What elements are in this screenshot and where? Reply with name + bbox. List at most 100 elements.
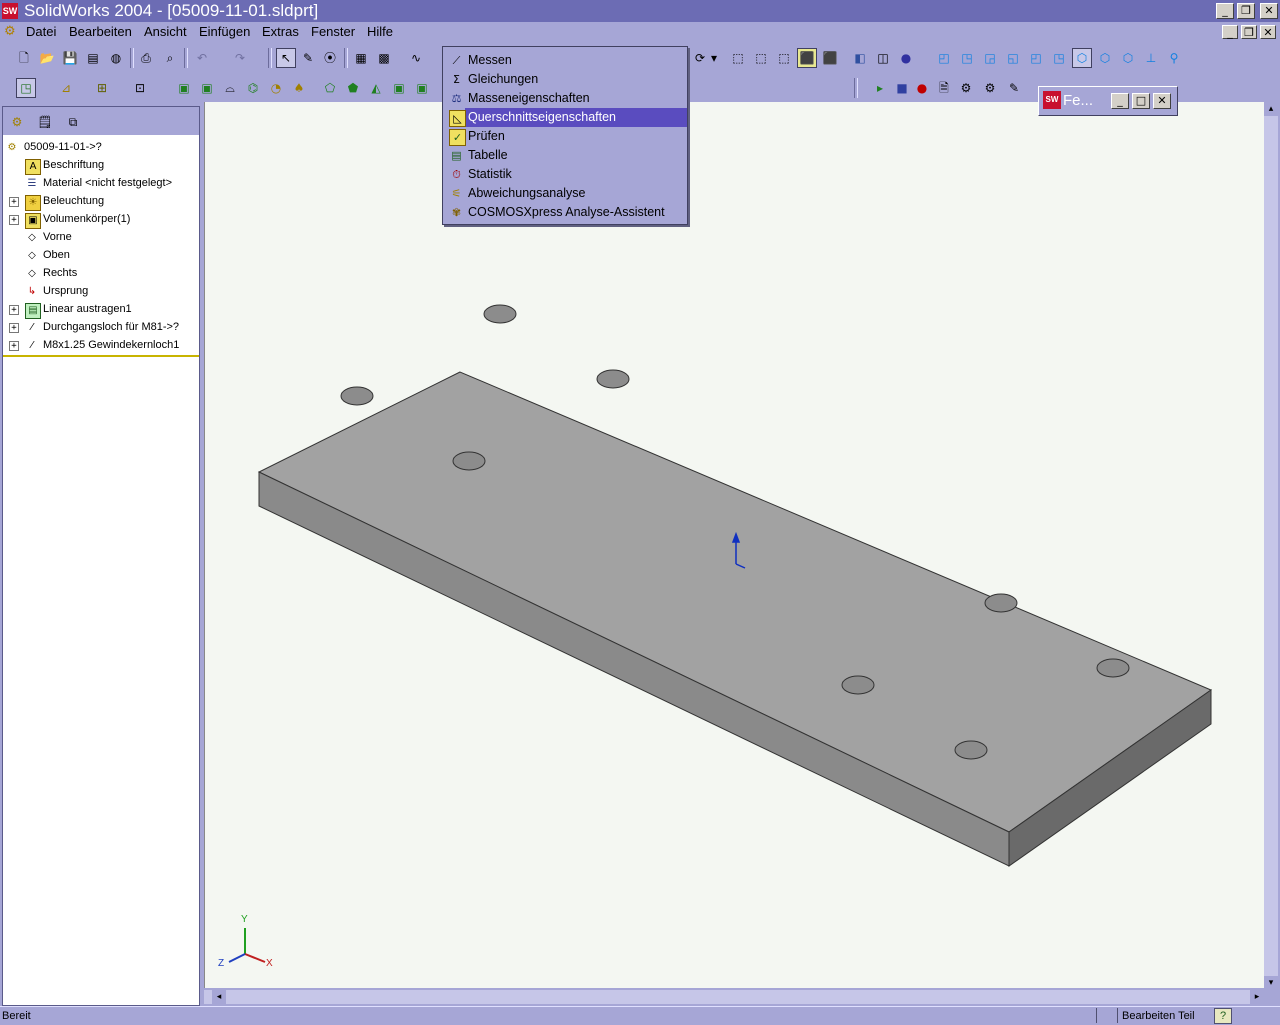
tab-configuration-manager-icon[interactable]: ⧉ [63,112,83,132]
scroll-down-arrow-icon[interactable]: ▾ [1264,976,1278,990]
view-bottom-icon[interactable]: ◳ [1049,48,1069,68]
shell-icon[interactable]: ⬠ [320,78,340,98]
perspective-icon[interactable]: ◫ [873,48,893,68]
customize-macro-icon[interactable]: ✎ [1004,78,1024,98]
hidden-lines-icon[interactable]: ⬚ [751,48,771,68]
menu-item-cosmosxpress[interactable]: ✾ COSMOSXpress Analyse-Assistent [445,203,685,222]
globe-icon[interactable]: ◍ [106,48,126,68]
doc-minimize-button[interactable]: _ [1222,25,1238,39]
menu-item-statistik[interactable]: ⏱ Statistik [445,165,685,184]
record-macro-icon[interactable]: ● [912,78,932,98]
menu-hilfe[interactable]: Hilfe [367,24,393,39]
draft-icon[interactable]: ◭ [366,78,386,98]
loft-icon[interactable]: ⌬ [243,78,263,98]
view-left-icon[interactable]: ◲ [980,48,1000,68]
new-macro-icon[interactable]: 🗎 [934,78,954,98]
menu-item-messen[interactable]: ⟋ Messen [445,51,685,70]
expand-icon[interactable]: + [9,215,19,225]
menu-datei[interactable]: Datei [26,24,56,39]
menu-einfuegen[interactable]: Einfügen [199,24,250,39]
tab-feature-tree-icon[interactable]: ⚙ [7,112,27,132]
floating-minimize-button[interactable]: _ [1111,93,1129,109]
scroll-left-arrow-icon[interactable]: ◂ [212,990,226,1004]
tree-item[interactable]: ◇ Oben [3,247,199,265]
doc-restore-button[interactable]: ❐ [1241,25,1257,39]
traffic-light-icon[interactable]: ⦿ [320,48,340,68]
link-views-icon[interactable]: ⚲ [1164,48,1184,68]
floating-maximize-button[interactable]: □ [1132,93,1150,109]
tree-item[interactable]: ◇ Rechts [3,265,199,283]
grid-icon[interactable]: ▩ [374,48,394,68]
sweep-icon[interactable]: ⌓ [220,78,240,98]
floating-window[interactable]: SW Fe... _ □ ✕ [1038,86,1178,116]
view-top-icon[interactable]: ◰ [1026,48,1046,68]
view-dimetric-icon[interactable]: ⬡ [1118,48,1138,68]
menu-extras[interactable]: Extras [262,24,299,39]
measure-tool-icon[interactable]: ∿ [406,48,426,68]
help-icon[interactable]: ? [1214,1008,1232,1024]
new-icon[interactable]: 🗋 [14,48,34,68]
tree-item[interactable]: ◇ Vorne [3,229,199,247]
play-macro-icon[interactable]: ▸ [870,78,890,98]
magnifier-icon[interactable]: ⌕ [160,48,180,68]
minimize-button[interactable]: _ [1216,3,1234,19]
menu-fenster[interactable]: Fenster [311,24,355,39]
smart-dimension-icon[interactable]: ⊿ [56,78,76,98]
restore-button[interactable]: ❐ [1237,3,1255,19]
tree-item[interactable]: + ▣ Volumenkörper(1) [3,211,199,229]
pattern-icon[interactable]: ▣ [412,78,432,98]
vertical-scrollbar[interactable]: ▴ ▾ [1264,102,1278,990]
view-trimetric-icon[interactable]: ⬡ [1095,48,1115,68]
menu-item-abweichungsanalyse[interactable]: ⚟ Abweichungsanalyse [445,184,685,203]
rib-icon[interactable]: ⬟ [343,78,363,98]
printer-icon[interactable]: ⎙ [136,48,156,68]
view-front-icon[interactable]: ◰ [934,48,954,68]
sketch-mode-icon[interactable]: ◳ [16,78,36,98]
expand-icon[interactable]: + [9,323,19,333]
normal-to-icon[interactable]: ⊥ [1141,48,1161,68]
chamfer-icon[interactable]: ♠ [289,78,309,98]
part-model[interactable] [205,102,1265,988]
shaded-edges-icon[interactable]: ⬛ [797,48,817,68]
view-right-icon[interactable]: ◱ [1003,48,1023,68]
menu-item-tabelle[interactable]: ▤ Tabelle [445,146,685,165]
select-arrow-icon[interactable]: ↖ [276,48,296,68]
dropdown-arrow-icon[interactable]: ▾ [704,48,724,68]
revolve-icon[interactable]: ▣ [197,78,217,98]
wireframe-view-icon[interactable]: ⬚ [728,48,748,68]
tree-item[interactable]: + ⁄ Durchgangsloch für M81->? [3,319,199,337]
close-button[interactable]: ✕ [1260,3,1278,19]
menu-ansicht[interactable]: Ansicht [144,24,187,39]
tree-item[interactable]: ☰ Material <nicht festgelegt> [3,175,199,193]
view-isometric-icon[interactable]: ⬡ [1072,48,1092,68]
view-back-icon[interactable]: ◳ [957,48,977,68]
sketch-pencil-icon[interactable]: ✎ [298,48,318,68]
menu-bearbeiten[interactable]: Bearbeiten [69,24,132,39]
doc-close-button[interactable]: ✕ [1260,25,1276,39]
edit-macro-icon[interactable]: ⚙ [956,78,976,98]
reference-geometry-icon[interactable]: ⊞ [92,78,112,98]
expand-icon[interactable]: + [9,341,19,351]
expand-icon[interactable]: + [9,197,19,207]
palette-icon[interactable]: ▦ [351,48,371,68]
curves-icon[interactable]: ⊡ [130,78,150,98]
menu-item-gleichungen[interactable]: Σ Gleichungen [445,70,685,89]
fillet-icon[interactable]: ◔ [266,78,286,98]
menu-item-querschnittseigenschaften[interactable]: ◺ Querschnittseigenschaften [445,108,687,127]
undo-icon[interactable]: ↶ [192,48,212,68]
hidden-removed-icon[interactable]: ⬚ [774,48,794,68]
tree-item[interactable]: ↳ Ursprung [3,283,199,301]
graphics-viewport[interactable]: Y X Z [204,102,1265,988]
shaded-icon[interactable]: ⬛ [820,48,840,68]
save-icon[interactable]: 💾 [60,48,80,68]
menu-item-pruefen[interactable]: ✓ Prüfen [445,127,685,146]
open-icon[interactable]: 📂 [37,48,57,68]
stop-macro-icon[interactable]: ■ [892,78,912,98]
tree-item[interactable]: + ⁄ M8x1.25 Gewindekernloch1 [3,337,199,357]
redo-icon[interactable]: ↷ [230,48,250,68]
expand-icon[interactable]: + [9,305,19,315]
sphere-icon[interactable]: ● [896,48,916,68]
horizontal-scrollbar[interactable]: ◂ ▸ [204,990,1264,1004]
tree-root[interactable]: ⚙ 05009-11-01->? [3,139,199,157]
extrude-boss-icon[interactable]: ▣ [174,78,194,98]
